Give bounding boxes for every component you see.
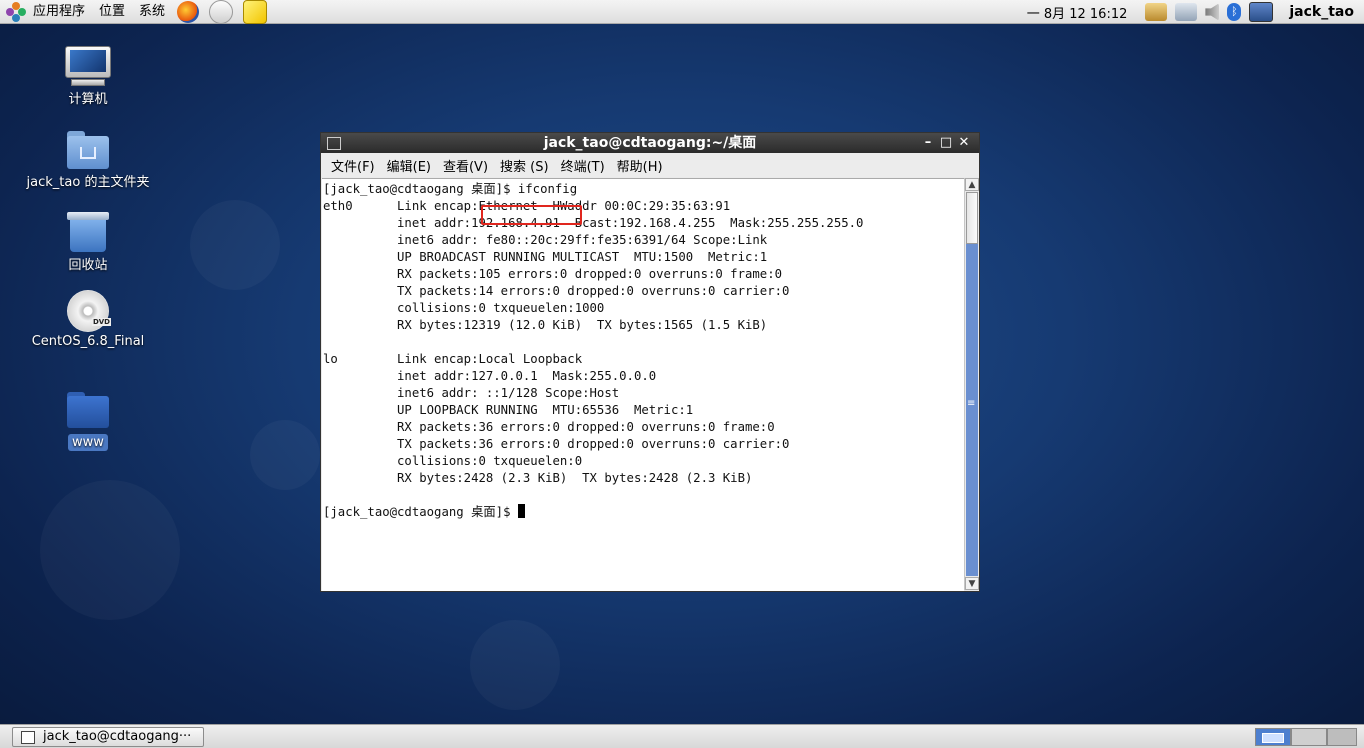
desktop-icon-label: CentOS_6.8_Final [31, 334, 145, 349]
desktop-icon-label: www [68, 434, 108, 451]
output-line: lo Link encap:Local Loopback [323, 352, 583, 366]
output-line: RX packets:36 errors:0 dropped:0 overrun… [397, 420, 775, 434]
output-line: collisions:0 txqueuelen:1000 [397, 301, 605, 315]
output-line: RX packets:105 errors:0 dropped:0 overru… [397, 267, 783, 281]
home-folder-icon [67, 131, 109, 169]
command: ifconfig [517, 182, 578, 196]
output-line: UP LOOPBACK RUNNING MTU:65536 Metric:1 [397, 403, 694, 417]
workspace-2[interactable] [1291, 728, 1327, 746]
scrollbar[interactable]: ▲ ≡ ▼ [964, 178, 979, 590]
menu-bar: 文件(F) 编辑(E) 查看(V) 搜索 (S) 终端(T) 帮助(H) [321, 153, 979, 177]
terminal-text: [jack_tao@cdtaogang 桌面]$ ifconfig eth0 L… [322, 179, 964, 521]
desktop-icon-dvd[interactable]: DVD CentOS_6.8_Final [13, 290, 163, 349]
scroll-thumb[interactable] [966, 192, 978, 244]
workspace-3[interactable] [1327, 728, 1357, 746]
scroll-track[interactable] [966, 244, 978, 576]
desktop-icon-trash[interactable]: 回收站 [13, 210, 163, 273]
menu-help[interactable]: 帮助(H) [611, 156, 669, 175]
command-output: eth0 Link encap:Ethernet HWaddr 00:0C:29… [323, 199, 863, 485]
menu-terminal[interactable]: 终端(T) [555, 156, 611, 175]
taskbar-window-label: jack_tao@cdtaogang··· [43, 729, 192, 744]
background-decoration [470, 620, 560, 710]
bottom-panel: jack_tao@cdtaogang··· [0, 724, 1364, 748]
terminal-window[interactable]: jack_tao@cdtaogang:~/桌面 – □ ✕ 文件(F) 编辑(E… [320, 132, 980, 592]
output-line: RX bytes:2428 (2.3 KiB) TX bytes:2428 (2… [397, 471, 753, 485]
desktop-icon-label: 回收站 [68, 258, 108, 273]
volume-icon[interactable] [1205, 3, 1220, 21]
output-line: TX packets:14 errors:0 dropped:0 overrun… [397, 284, 790, 298]
top-panel: 应用程序 位置 系统 一 8月 12 16:12 ᛒ jack_tao [0, 0, 1364, 24]
output-line: inet6 addr: ::1/128 Scope:Host [397, 386, 620, 400]
folder-icon [67, 392, 109, 428]
minimize-button[interactable]: – [919, 133, 937, 153]
menu-file[interactable]: 文件(F) [325, 156, 381, 175]
desktop-icon-label: jack_tao 的主文件夹 [26, 175, 150, 190]
notes-icon[interactable] [243, 0, 268, 24]
prompt: [jack_tao@cdtaogang 桌面]$ [323, 505, 518, 519]
output-line: inet6 addr: fe80::20c:29ff:fe35:6391/64 … [397, 233, 768, 247]
scroll-down-arrow-icon[interactable]: ▼ [965, 577, 979, 590]
output-line: TX packets:36 errors:0 dropped:0 overrun… [397, 437, 790, 451]
text-cursor [517, 504, 525, 518]
close-button[interactable]: ✕ [955, 133, 973, 153]
terminal-icon [21, 731, 35, 744]
prompt: [jack_tao@cdtaogang 桌面]$ [323, 182, 518, 196]
window-title: jack_tao@cdtaogang:~/桌面 [543, 135, 757, 151]
trash-icon [67, 210, 109, 252]
user-menu[interactable]: jack_tao [1289, 4, 1354, 20]
desktop-icon-home-folder[interactable]: jack_tao 的主文件夹 [13, 131, 163, 190]
terminal-icon[interactable] [327, 137, 341, 150]
scroll-up-arrow-icon[interactable]: ▲ [965, 178, 979, 191]
desktop-icon-www[interactable]: www [13, 392, 163, 451]
desktop-icon-computer[interactable]: 计算机 [13, 46, 163, 107]
menu-places[interactable]: 位置 [92, 0, 132, 24]
gnome-foot-icon[interactable] [6, 1, 26, 22]
background-decoration [250, 420, 320, 490]
menu-edit[interactable]: 编辑(E) [381, 156, 437, 175]
background-decoration [40, 480, 180, 620]
menu-applications[interactable]: 应用程序 [26, 0, 92, 24]
window-titlebar[interactable]: jack_tao@cdtaogang:~/桌面 – □ ✕ [321, 133, 979, 153]
update-icon[interactable] [1145, 3, 1168, 21]
output-line: inet addr:192.168.4.91 Bcast:192.168.4.2… [397, 216, 864, 230]
bluetooth-icon[interactable]: ᛒ [1227, 3, 1242, 21]
output-line: UP BROADCAST RUNNING MULTICAST MTU:1500 … [397, 250, 768, 264]
clock[interactable]: 一 8月 12 16:12 [1027, 3, 1128, 22]
maximize-button[interactable]: □ [937, 133, 955, 153]
grip-icon: ≡ [967, 398, 976, 409]
display-icon[interactable] [1249, 2, 1274, 22]
output-line: RX bytes:12319 (12.0 KiB) TX bytes:1565 … [397, 318, 768, 332]
network-icon[interactable] [1175, 3, 1198, 21]
menu-system[interactable]: 系统 [132, 0, 172, 24]
mail-icon[interactable] [209, 0, 234, 24]
menu-search[interactable]: 搜索 (S) [494, 156, 555, 175]
taskbar-window-button[interactable]: jack_tao@cdtaogang··· [12, 727, 204, 747]
dvd-icon: DVD [67, 290, 111, 332]
output-line: inet addr:127.0.0.1 Mask:255.0.0.0 [397, 369, 657, 383]
terminal-output[interactable]: [jack_tao@cdtaogang 桌面]$ ifconfig eth0 L… [322, 178, 964, 591]
desktop-icon-label: 计算机 [68, 92, 108, 107]
computer-icon [65, 46, 111, 86]
workspace-1[interactable] [1255, 728, 1291, 746]
background-decoration [190, 200, 280, 290]
firefox-icon[interactable] [177, 0, 200, 23]
output-line: collisions:0 txqueuelen:0 [397, 454, 583, 468]
ip-highlight-box [481, 205, 582, 225]
menu-view[interactable]: 查看(V) [437, 156, 494, 175]
